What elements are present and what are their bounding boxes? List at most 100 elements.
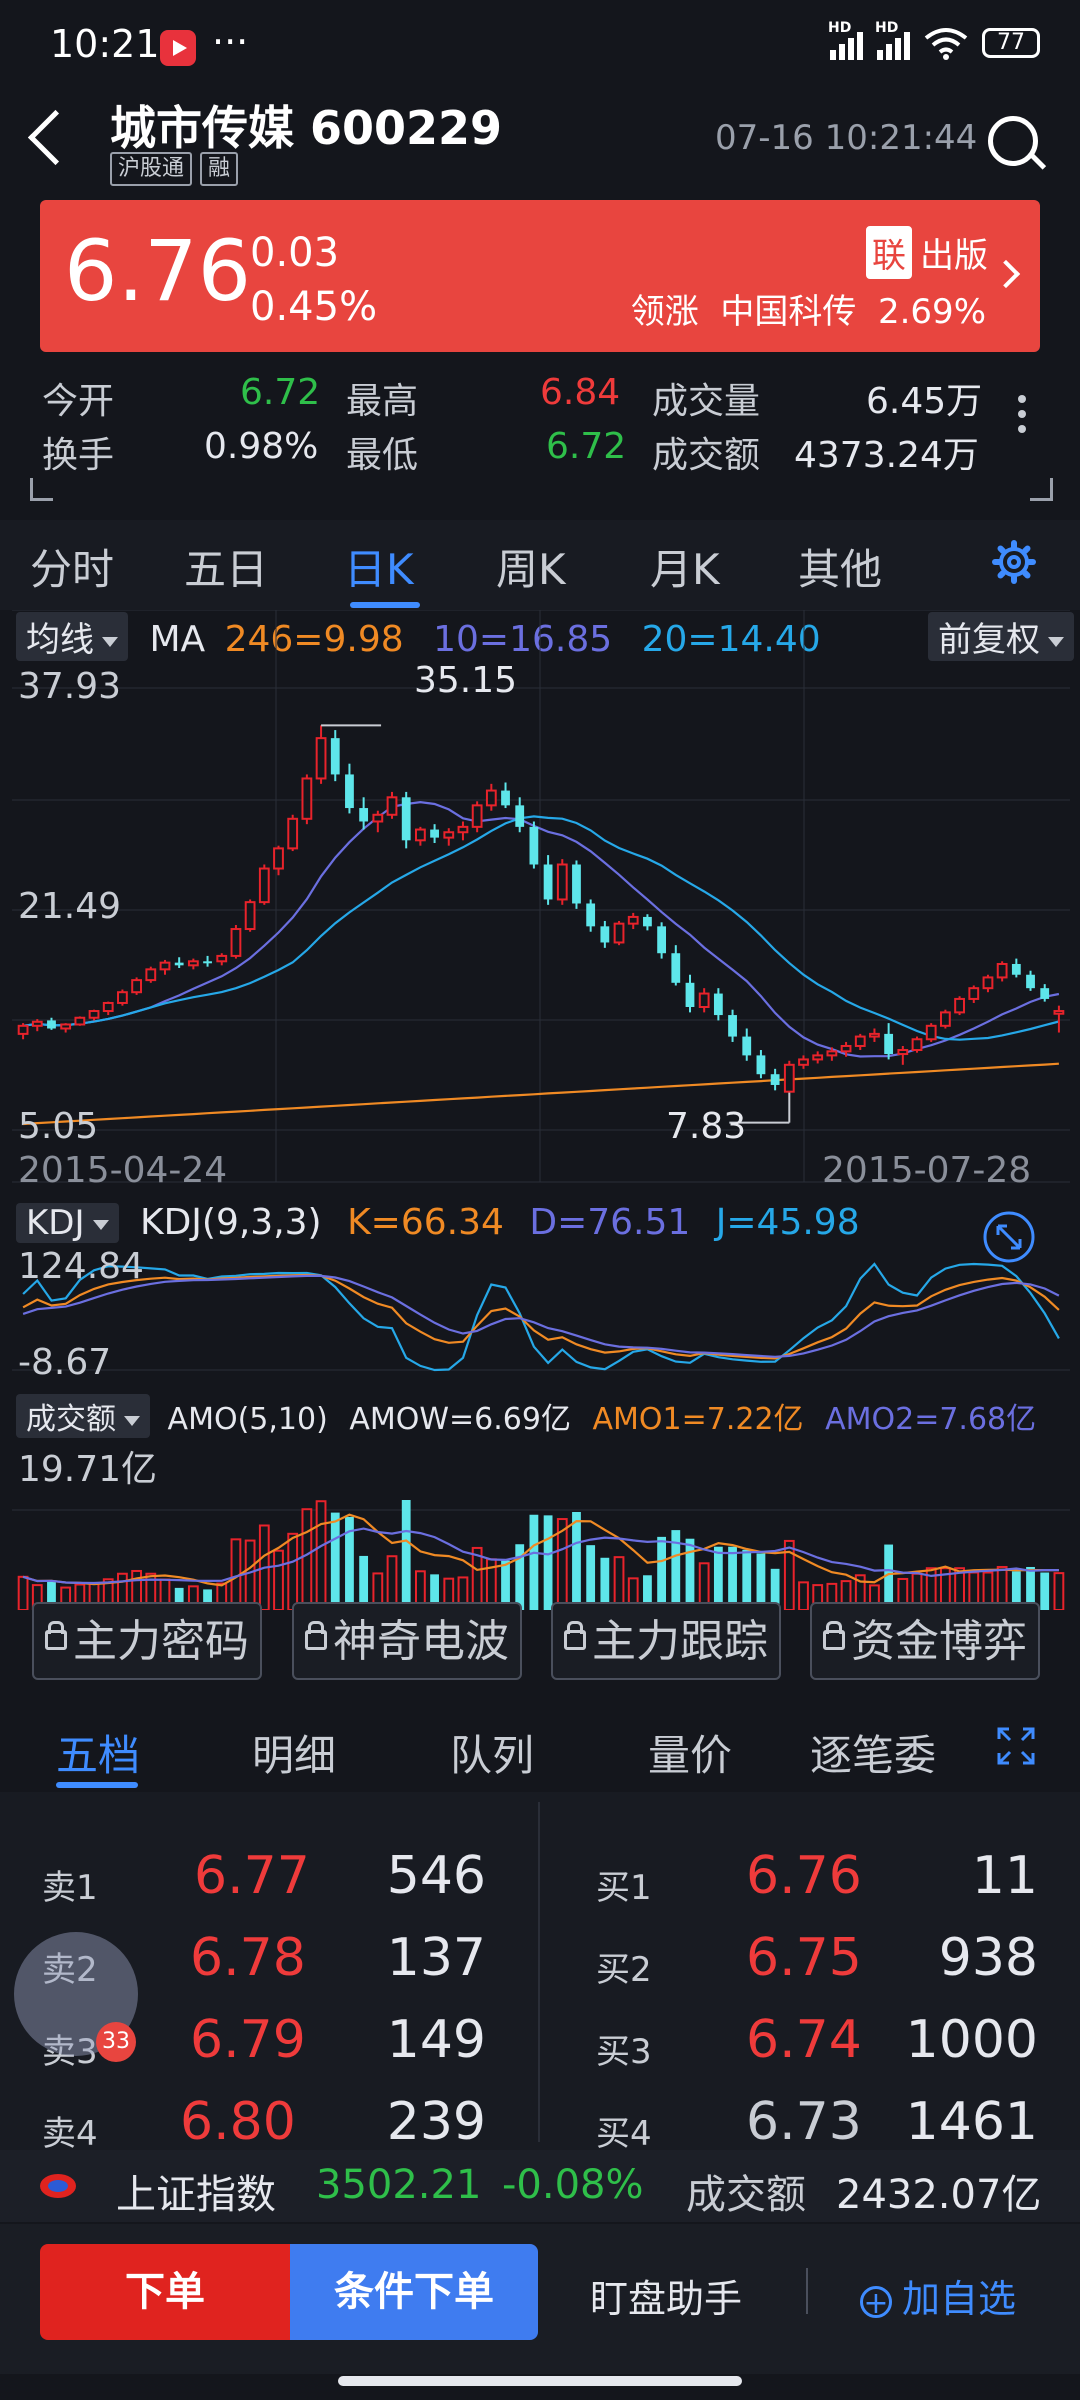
- tab-details[interactable]: 明细: [252, 1722, 336, 1783]
- orderbook-tab-underline: [56, 1782, 138, 1788]
- conditional-order-button[interactable]: 条件下单: [290, 2244, 538, 2340]
- amount-label: 成交额: [652, 435, 761, 476]
- open-value: 6.72: [240, 372, 321, 413]
- candle-body: [203, 961, 212, 964]
- more-stats-icon[interactable]: [1018, 388, 1030, 440]
- sell1-volume: 546: [386, 1846, 486, 1906]
- candle-body: [728, 1015, 737, 1037]
- buy2-volume: 938: [938, 1928, 1038, 1988]
- candle-body: [17, 1024, 29, 1035]
- price-change: 0.03 0.45%: [250, 226, 377, 334]
- sell4-label: 卖4: [42, 2114, 98, 2154]
- candle-body: [884, 1033, 894, 1055]
- current-price: 6.76: [64, 222, 252, 320]
- tab-weekly-k[interactable]: 周K: [496, 536, 566, 597]
- add-watchlist-button[interactable]: + 加自选: [860, 2268, 1016, 2323]
- candle-body: [556, 863, 568, 901]
- fullscreen-icon[interactable]: [982, 1210, 1036, 1264]
- kline-chart-area[interactable]: 均线 MA 246=9.98 10=16.85 20=14.40 前复权 37.…: [12, 610, 1074, 1610]
- candle-body: [826, 1050, 838, 1057]
- high-value: 6.84: [540, 372, 621, 413]
- amount-bar: [1053, 1572, 1065, 1610]
- stock-tags: 沪股通 融: [110, 152, 239, 186]
- tab-volume-price[interactable]: 量价: [648, 1722, 732, 1783]
- amo1-value: AMO1=7.22亿: [592, 1402, 804, 1437]
- candle-body: [840, 1044, 852, 1053]
- place-order-button[interactable]: 下单: [40, 2244, 290, 2340]
- sell4-price[interactable]: 6.80: [180, 2092, 296, 2152]
- candle-body: [301, 777, 313, 820]
- ma20-line: [22, 815, 1060, 1041]
- stock-title: 城市传媒 600229: [110, 101, 503, 155]
- settings-gear-icon[interactable]: [992, 540, 1036, 584]
- low-label: 最低: [346, 435, 419, 476]
- candle-body: [543, 864, 553, 900]
- price-card[interactable]: 6.76 0.03 0.45% 联出版 领涨 中国科传 2.69%: [40, 200, 1040, 352]
- low-value: 6.72: [546, 426, 627, 467]
- change-value: 0.03: [250, 230, 340, 276]
- amo-params: AMO(5,10): [167, 1402, 328, 1437]
- feature-fund-game-button[interactable]: 资金博弈: [810, 1602, 1040, 1680]
- amount-bar: [287, 1532, 299, 1610]
- amo2-line: [22, 1527, 1059, 1585]
- watch-assistant-button[interactable]: 盯盘助手: [590, 2268, 742, 2323]
- tab-daily-k[interactable]: 日K: [344, 536, 414, 597]
- tab-five-day[interactable]: 五日: [184, 536, 268, 597]
- amount-bar: [17, 1575, 29, 1610]
- candle-body: [287, 817, 299, 850]
- candle-body: [600, 926, 610, 943]
- tag-margin: 融: [200, 152, 239, 186]
- amount-bar: [273, 1549, 284, 1610]
- back-button[interactable]: [27, 109, 84, 166]
- candle-body: [372, 813, 384, 823]
- tab-queue[interactable]: 队列: [450, 1722, 534, 1783]
- expand-corner-right-icon: [1030, 478, 1053, 501]
- index-bar[interactable]: 上证指数 3502.21 -0.08% 成交额 2432.07亿: [0, 2150, 1080, 2222]
- tab-tick-orders[interactable]: 逐笔委: [810, 1722, 936, 1783]
- assistant-badge: 33: [96, 2022, 136, 2062]
- index-amount-label: 成交额: [686, 2172, 806, 2218]
- expand-icon[interactable]: [996, 1726, 1036, 1766]
- home-indicator[interactable]: [338, 2376, 742, 2386]
- index-name: 上证指数: [116, 2172, 276, 2218]
- candle-body: [430, 829, 439, 838]
- candle-body: [657, 926, 667, 954]
- candle-body: [812, 1054, 824, 1061]
- tab-monthly-k[interactable]: 月K: [650, 536, 720, 597]
- buy4-label: 买4: [596, 2114, 652, 2154]
- candle-body: [939, 1011, 951, 1027]
- candle-body: [131, 979, 143, 994]
- candle-body: [627, 915, 639, 925]
- tab-intraday[interactable]: 分时: [30, 536, 114, 597]
- plus-icon: +: [860, 2285, 892, 2318]
- kdj-k-value: K=66.34: [347, 1202, 504, 1243]
- amo-dropdown[interactable]: 成交额: [16, 1394, 150, 1438]
- candle-body: [854, 1035, 866, 1047]
- tab-other[interactable]: 其他: [798, 536, 882, 597]
- sector-link[interactable]: 联出版: [866, 226, 988, 279]
- sell1-label: 卖1: [42, 1868, 98, 1908]
- candle-body: [529, 826, 539, 865]
- candle-body: [414, 828, 426, 842]
- amount-bar: [728, 1546, 737, 1610]
- ma10-line: [22, 800, 1060, 1058]
- candle-body: [471, 804, 483, 828]
- lock-icon: [45, 1621, 67, 1650]
- amount-bar: [884, 1544, 894, 1610]
- candle-body: [713, 993, 723, 1016]
- search-icon[interactable]: [988, 116, 1038, 166]
- feature-magic-wave-button[interactable]: 神奇电波: [292, 1602, 522, 1680]
- feature-main-track-button[interactable]: 主力跟踪: [551, 1602, 781, 1680]
- change-percent: 0.45%: [250, 284, 378, 330]
- amount-bar: [244, 1539, 256, 1610]
- open-label: 今开: [42, 381, 115, 422]
- ma246-line: [23, 1062, 1059, 1126]
- candle-body: [1040, 988, 1050, 999]
- amount-bar: [401, 1500, 411, 1610]
- feature-main-code-button[interactable]: 主力密码: [32, 1602, 262, 1680]
- candle-body: [145, 968, 157, 982]
- kdj-axis-top: 124.84: [18, 1246, 144, 1287]
- kdj-dropdown[interactable]: KDJ: [16, 1203, 119, 1243]
- candle-body: [996, 962, 1008, 979]
- tab-five-levels[interactable]: 五档: [56, 1722, 140, 1783]
